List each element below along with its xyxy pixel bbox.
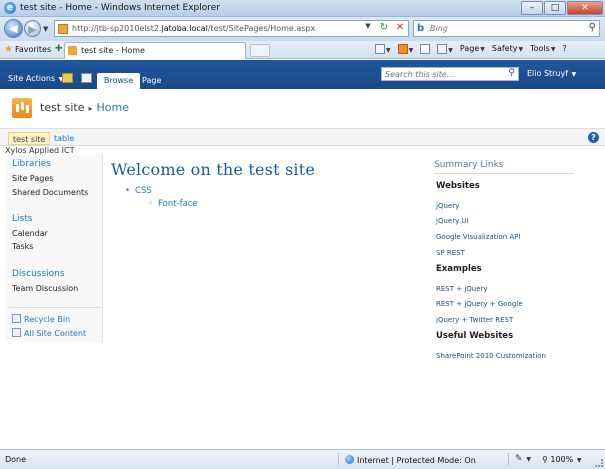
search-icon[interactable]: ⚲ [508, 68, 515, 78]
ql-item-tasks[interactable]: Tasks [12, 242, 33, 251]
minimize-button[interactable]: – [521, 1, 543, 15]
status-bar: Done Internet | Protected Mode: On ✎ ▼ ⚲… [0, 449, 605, 469]
sharepoint-ribbon: Site Actions ▼ Browse Page ⚲ Elio Struyf… [0, 60, 605, 89]
summary-link-jquery-ui[interactable]: jQuery UI [436, 217, 469, 225]
recycle-bin-icon [12, 314, 21, 323]
top-navigation: test site table ? [0, 128, 605, 146]
list-item-font-face: Font-face [148, 199, 198, 209]
ql-divider [9, 307, 101, 308]
bing-icon: b [417, 23, 425, 34]
home-button[interactable]: ▼ [375, 44, 391, 54]
recycle-bin-link[interactable]: Recycle Bin [12, 314, 70, 324]
ql-item-site-pages[interactable]: Site Pages [12, 174, 53, 183]
navigate-up-icon[interactable] [62, 73, 73, 83]
ql-heading-lists[interactable]: Lists [12, 214, 32, 224]
resize-grip-icon[interactable] [595, 459, 603, 467]
close-button[interactable]: ✕ [567, 1, 603, 15]
favorites-button[interactable]: ★ Favorites [4, 43, 51, 57]
browser-tab[interactable]: test site - Home [64, 42, 246, 59]
address-toolbar: ◀ ▶ ▼ http://jtb-sp2010elst2.jatoba.loca… [0, 17, 605, 41]
refresh-icon[interactable]: ↻ [378, 22, 390, 33]
home-icon [375, 44, 385, 54]
zoom-control[interactable]: ⚲ 100% ▼ [542, 455, 581, 464]
tab-page[interactable]: Page [135, 73, 168, 89]
mail-icon [420, 44, 431, 54]
site-search-input[interactable] [382, 68, 502, 80]
summary-group-useful-websites: Useful Websites [436, 331, 514, 341]
site-search-box[interactable]: ⚲ [381, 67, 519, 81]
window-titlebar: e test site - Home - Windows Internet Ex… [0, 0, 605, 17]
back-button[interactable]: ◀ [4, 19, 23, 38]
safety-menu[interactable]: Safety▼ [492, 44, 523, 54]
company-label: Xylos Applied ICT [5, 146, 75, 155]
ie-logo-icon: e [4, 2, 16, 14]
tab-browse[interactable]: Browse [97, 73, 141, 89]
bing-search-box[interactable]: b ⚲ [413, 20, 600, 37]
summary-link-rest-jquery[interactable]: REST + jQuery [436, 285, 488, 293]
favorites-bar: ★ Favorites ✚ test site - Home ▼ ▼ ▼ Page… [0, 41, 605, 59]
tools-menu[interactable]: Tools▼ [530, 44, 555, 54]
content-list: CSS Font-face [125, 186, 198, 209]
breadcrumb-page: Home [96, 101, 129, 114]
globe-icon [345, 455, 354, 464]
print-icon [437, 44, 448, 54]
edit-page-icon[interactable] [81, 73, 92, 83]
breadcrumb-separator-icon: ▸ [88, 104, 93, 113]
quick-launch: Libraries Site Pages Shared Documents Li… [5, 155, 103, 342]
summary-link-jquery-twitter-rest[interactable]: jQuery + Twitter REST [436, 316, 513, 324]
feeds-icon [397, 44, 408, 54]
site-content-icon [12, 328, 21, 337]
user-menu[interactable]: Elio Struyf ▼ [527, 69, 576, 78]
security-zone[interactable]: Internet | Protected Mode: On [345, 455, 476, 465]
help-menu-button[interactable]: ? [562, 44, 566, 54]
topnav-item-table[interactable]: table [50, 132, 78, 145]
page-title: Welcome on the test site [111, 160, 316, 179]
stop-icon[interactable]: ✕ [394, 22, 406, 33]
all-site-content-link[interactable]: All Site Content [12, 328, 86, 338]
ql-heading-discussions[interactable]: Discussions [12, 269, 65, 279]
summary-group-websites: Websites [436, 181, 480, 191]
feeds-button[interactable]: ▼ [397, 44, 413, 54]
history-dropdown-icon[interactable]: ▼ [43, 25, 48, 33]
status-tools-icon[interactable]: ✎ ▼ [515, 454, 531, 464]
mail-button[interactable] [420, 44, 431, 54]
breadcrumb-site[interactable]: test site [40, 101, 85, 114]
address-dropdown-icon[interactable]: ▼ [362, 22, 374, 33]
topnav-item-test-site[interactable]: test site [8, 132, 51, 145]
summary-links: Summary Links Websites jQuery jQuery UI … [434, 160, 574, 360]
ql-heading-libraries[interactable]: Libraries [12, 159, 51, 169]
window-title: test site - Home - Windows Internet Expl… [20, 3, 221, 13]
status-text: Done [5, 455, 27, 464]
forward-button[interactable]: ▶ [24, 20, 41, 37]
summary-group-examples: Examples [436, 264, 482, 274]
summary-link-sharepoint-customization[interactable]: SharePoint 2010 Customization [436, 352, 546, 360]
tab-favicon-icon [68, 46, 77, 55]
maximize-button[interactable]: □ [544, 1, 566, 15]
url-text: http://jtb-sp2010elst2.jatoba.local/test… [72, 24, 316, 33]
page-menu[interactable]: Page▼ [460, 44, 485, 54]
zoom-icon: ⚲ [542, 455, 548, 464]
ql-item-team-discussion[interactable]: Team Discussion [12, 284, 78, 293]
add-favorite-icon[interactable]: ✚ [55, 44, 63, 54]
site-header: test site ▸ Home [0, 89, 605, 127]
address-field[interactable]: http://jtb-sp2010elst2.jatoba.local/test… [54, 20, 409, 37]
summary-link-google-visualization[interactable]: Google Visualization API [436, 233, 520, 241]
summary-link-jquery[interactable]: jQuery [436, 202, 459, 210]
breadcrumb: test site ▸ Home [40, 101, 129, 114]
summary-links-title: Summary Links [434, 160, 574, 174]
ql-item-calendar[interactable]: Calendar [12, 229, 48, 238]
bing-search-input[interactable] [430, 22, 580, 35]
site-logo-icon[interactable] [12, 98, 32, 118]
summary-link-rest-jquery-google[interactable]: REST + jQuery + Google [436, 300, 523, 308]
print-button[interactable]: ▼ [437, 44, 453, 54]
ql-item-shared-documents[interactable]: Shared Documents [12, 188, 88, 197]
list-item-css: CSS [125, 186, 198, 196]
search-icon[interactable]: ⚲ [589, 22, 596, 33]
help-icon[interactable]: ? [588, 132, 599, 143]
new-tab-button[interactable] [250, 44, 270, 57]
site-favicon-icon [58, 24, 68, 34]
summary-link-sp-rest[interactable]: SP REST [436, 249, 465, 257]
star-icon: ★ [4, 44, 13, 55]
site-actions-menu[interactable]: Site Actions ▼ [8, 74, 63, 83]
